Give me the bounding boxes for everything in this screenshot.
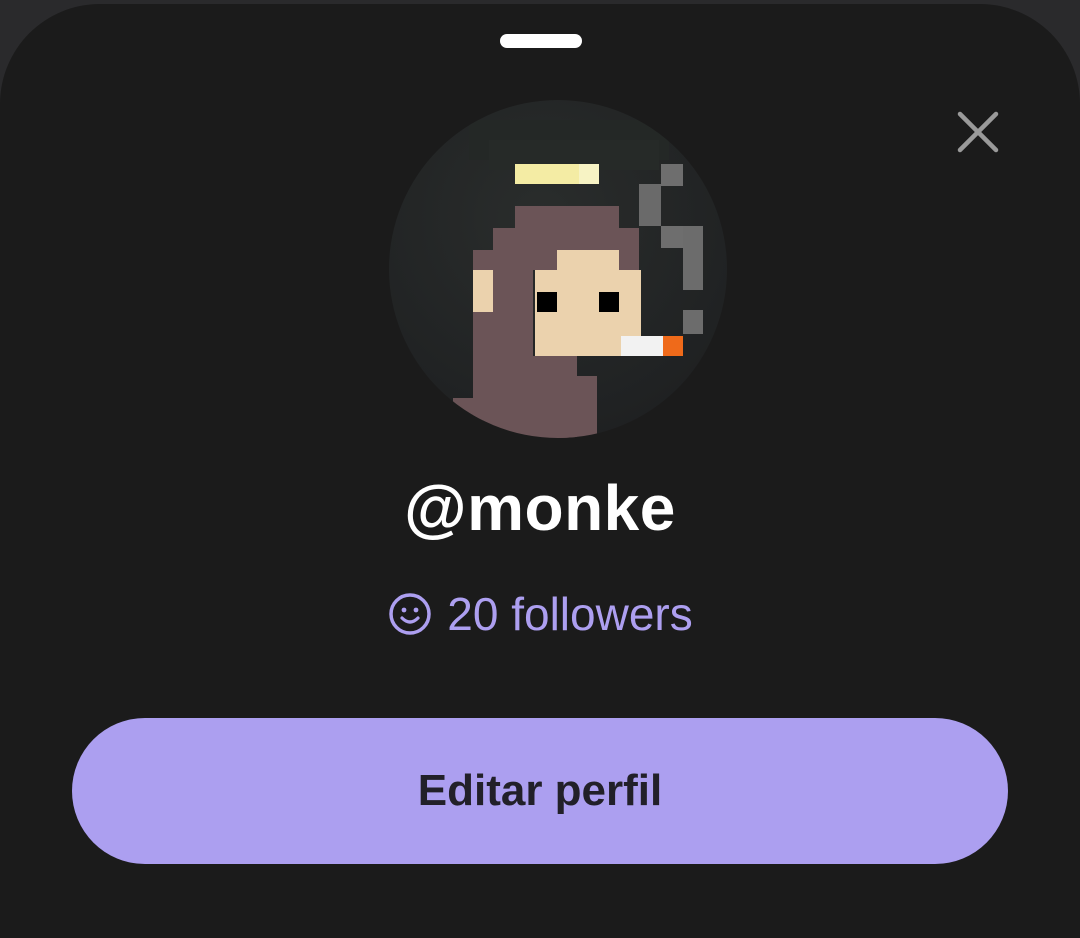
- username: @monke: [404, 472, 676, 544]
- drag-handle[interactable]: [500, 34, 582, 48]
- close-button[interactable]: [948, 102, 1008, 162]
- followers-label: 20 followers: [447, 588, 693, 640]
- edit-profile-button[interactable]: Editar perfil: [72, 718, 1008, 864]
- followers-count-link[interactable]: 20 followers: [0, 586, 1080, 642]
- close-icon: [957, 111, 999, 153]
- profile-bottom-sheet: @monke 20 followers Editar perfil: [0, 4, 1080, 938]
- pixel-monkey-avatar-image: [453, 120, 703, 438]
- smiley-icon: [389, 593, 432, 635]
- avatar[interactable]: [389, 100, 727, 438]
